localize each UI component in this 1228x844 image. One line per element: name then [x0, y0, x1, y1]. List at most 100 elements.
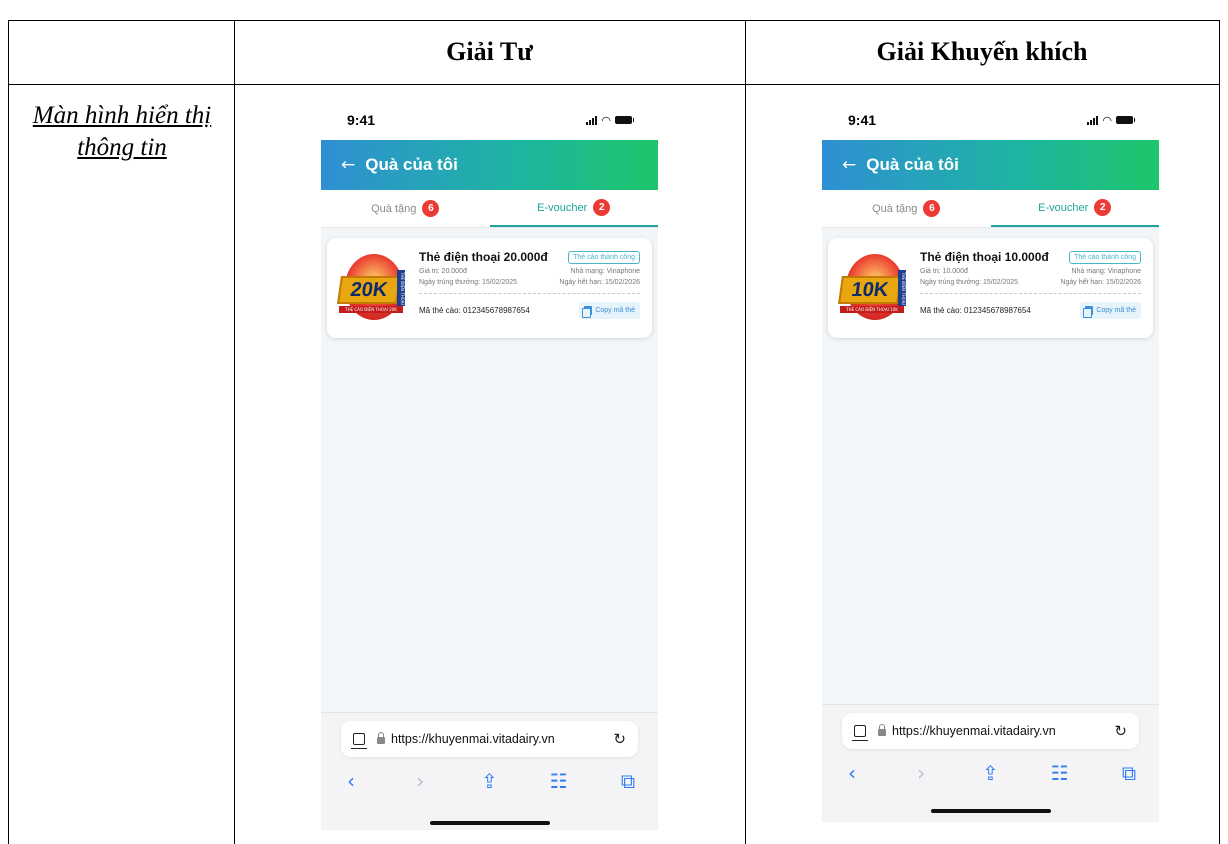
- tab-qua-tang[interactable]: Quà tặng 6: [822, 190, 991, 227]
- share-icon[interactable]: ⇪: [478, 769, 502, 793]
- status-time: 9:41: [347, 112, 376, 128]
- browser-toolbar: https://khuyenmai.vitadairy.vn ↻ ‹ › ⇪ ☷…: [321, 712, 658, 830]
- forward-chevron-icon[interactable]: ›: [909, 761, 933, 785]
- thumb-amount: 20K: [337, 276, 401, 304]
- home-indicator: [930, 809, 1051, 813]
- address-bar[interactable]: https://khuyenmai.vitadairy.vn ↻: [842, 713, 1139, 749]
- url-text: https://khuyenmai.vitadairy.vn: [892, 724, 1056, 738]
- copy-code-button[interactable]: Copy mã thẻ: [579, 302, 640, 319]
- card-title: Thẻ điện thoại 10.000đ: [920, 250, 1049, 264]
- thumb-side-label: THẺ ĐIỆN THOẠI: [898, 270, 906, 306]
- status-bar: 9:41 ◠: [321, 100, 658, 140]
- card-code: Mã thẻ cào: 012345678987654: [419, 306, 530, 315]
- card-network: Nhà mạng: Vinaphone: [570, 268, 640, 275]
- wifi-icon: ◠: [1102, 113, 1112, 127]
- home-indicator: [429, 821, 550, 825]
- status-time: 9:41: [848, 112, 877, 128]
- reload-icon[interactable]: ↻: [1114, 722, 1127, 740]
- status-icons: ◠: [1087, 113, 1135, 127]
- thumb-ribbon: THẺ CÀO ĐIỆN THOẠI 20K: [339, 306, 403, 313]
- copy-code-button[interactable]: Copy mã thẻ: [1080, 302, 1141, 319]
- address-bar[interactable]: https://khuyenmai.vitadairy.vn ↻: [341, 721, 638, 757]
- voucher-card[interactable]: 20K THẺ ĐIỆN THOẠI THẺ CÀO ĐIỆN THOẠI 20…: [327, 238, 652, 338]
- table-right-border: [1219, 20, 1220, 844]
- row-label: Màn hình hiển thị thông tin: [32, 102, 212, 161]
- tab-badge: 2: [1094, 199, 1112, 216]
- tabs-icon[interactable]: ⧉: [616, 769, 640, 793]
- status-badge: Thẻ cào thành công: [1069, 250, 1141, 264]
- battery-icon: [615, 116, 634, 124]
- card-body: Thẻ điện thoại 10.000đ Thẻ cào thành côn…: [920, 250, 1141, 319]
- card-network: Nhà mạng: Vinaphone: [1071, 268, 1141, 275]
- card-meta-row-1: Giá trị: 20.000đ Nhà mạng: Vinaphone: [419, 268, 640, 275]
- card-meta-row-1: Giá trị: 10.000đ Nhà mạng: Vinaphone: [920, 268, 1141, 275]
- app-header: ← Quà của tôi: [321, 140, 658, 190]
- table-col-divider-1: [234, 20, 235, 844]
- share-icon[interactable]: ⇪: [979, 761, 1003, 785]
- tab-label: E-voucher: [1038, 201, 1089, 214]
- card-title: Thẻ điện thoại 20.000đ: [419, 250, 548, 264]
- copy-icon: [582, 306, 593, 318]
- tab-label: Quà tặng: [872, 202, 918, 215]
- browser-toolbar: https://khuyenmai.vitadairy.vn ↻ ‹ › ⇪ ☷…: [822, 704, 1159, 822]
- card-win-date: Ngày trúng thưởng: 15/02/2025: [920, 279, 1019, 286]
- copy-label: Copy mã thẻ: [1096, 307, 1136, 314]
- lock-icon: [377, 732, 385, 744]
- card-expire-date: Ngày hết hạn: 15/02/2026: [1060, 279, 1141, 286]
- page-title: Quà của tôi: [365, 155, 458, 174]
- tabs-icon[interactable]: ⧉: [1117, 761, 1141, 785]
- back-chevron-icon[interactable]: ‹: [339, 769, 363, 793]
- battery-icon: [1116, 116, 1135, 124]
- table-header-divider: [8, 84, 1220, 85]
- reload-icon[interactable]: ↻: [613, 730, 626, 748]
- back-chevron-icon[interactable]: ‹: [840, 761, 864, 785]
- signal-icon: [1087, 115, 1099, 125]
- tab-label: E-voucher: [537, 201, 588, 214]
- browser-nav-row: ‹ › ⇪ ☷ ⧉: [840, 761, 1141, 785]
- tab-badge: 2: [593, 199, 611, 216]
- bookmarks-icon[interactable]: ☷: [547, 769, 571, 793]
- signal-icon: [586, 115, 598, 125]
- thumb-amount: 10K: [838, 276, 902, 304]
- copy-icon: [1083, 306, 1094, 318]
- tab-label: Quà tặng: [371, 202, 417, 215]
- forward-chevron-icon[interactable]: ›: [408, 769, 432, 793]
- tab-badge: 6: [422, 200, 440, 217]
- card-title-row: Thẻ điện thoại 10.000đ Thẻ cào thành côn…: [920, 250, 1141, 264]
- reader-icon[interactable]: [351, 733, 367, 749]
- wifi-icon: ◠: [601, 113, 611, 127]
- card-thumbnail: 10K THẺ ĐIỆN THOẠI THẺ CÀO ĐIỆN THOẠI 10…: [838, 252, 910, 322]
- header-giai-tu: Giải Tư: [446, 37, 533, 66]
- card-thumbnail: 20K THẺ ĐIỆN THOẠI THẺ CÀO ĐIỆN THOẠI 20…: [337, 252, 409, 322]
- tab-bar: Quà tặng 6 E-voucher 2: [321, 190, 658, 228]
- tab-qua-tang[interactable]: Quà tặng 6: [321, 190, 490, 227]
- url-text: https://khuyenmai.vitadairy.vn: [391, 732, 555, 746]
- card-win-date: Ngày trúng thưởng: 15/02/2025: [419, 279, 518, 286]
- card-value: Giá trị: 20.000đ: [419, 268, 467, 275]
- card-title-row: Thẻ điện thoại 20.000đ Thẻ cào thành côn…: [419, 250, 640, 264]
- tab-e-voucher[interactable]: E-voucher 2: [990, 190, 1159, 227]
- reader-icon[interactable]: [852, 725, 868, 741]
- card-code-row: Mã thẻ cào: 012345678987654 Copy mã thẻ: [419, 302, 640, 319]
- status-badge: Thẻ cào thành công: [568, 250, 640, 264]
- bookmarks-icon[interactable]: ☷: [1048, 761, 1072, 785]
- status-icons: ◠: [586, 113, 634, 127]
- table-col-divider-2: [745, 20, 746, 844]
- back-arrow-icon[interactable]: ←: [341, 155, 355, 175]
- tab-bar: Quà tặng 6 E-voucher 2: [822, 190, 1159, 228]
- lock-icon: [878, 724, 886, 736]
- card-meta-row-2: Ngày trúng thưởng: 15/02/2025 Ngày hết h…: [419, 279, 640, 286]
- thumb-side-label: THẺ ĐIỆN THOẠI: [397, 270, 405, 306]
- header-giai-khuyen-khich: Giải Khuyến khích: [876, 37, 1088, 66]
- card-value: Giá trị: 10.000đ: [920, 268, 968, 275]
- back-arrow-icon[interactable]: ←: [842, 155, 856, 175]
- tab-badge: 6: [923, 200, 941, 217]
- card-expire-date: Ngày hết hạn: 15/02/2026: [559, 279, 640, 286]
- tab-e-voucher[interactable]: E-voucher 2: [489, 190, 658, 227]
- page-title: Quà của tôi: [866, 155, 959, 174]
- status-bar: 9:41 ◠: [822, 100, 1159, 140]
- voucher-card[interactable]: 10K THẺ ĐIỆN THOẠI THẺ CÀO ĐIỆN THOẠI 10…: [828, 238, 1153, 338]
- table-left-border: [8, 20, 9, 844]
- card-body: Thẻ điện thoại 20.000đ Thẻ cào thành côn…: [419, 250, 640, 319]
- phone-screenshot-giai-khuyen-khich: 9:41 ◠ ← Quà của tôi Quà tặng 6 E-vouche…: [822, 100, 1159, 822]
